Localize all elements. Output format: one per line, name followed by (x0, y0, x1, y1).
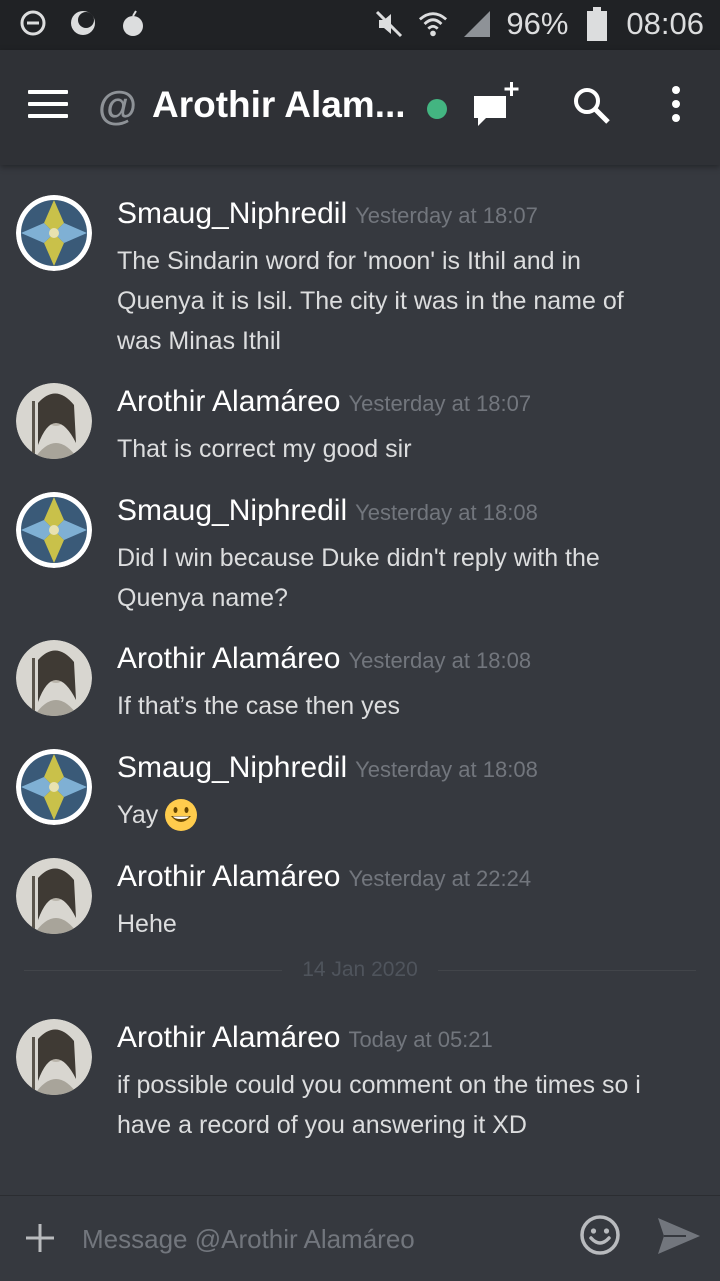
moon-icon (68, 8, 98, 38)
message-content: if possible could you comment on the tim… (117, 1065, 697, 1145)
message-input[interactable] (80, 1214, 554, 1264)
message-line: That is correct my good sir (117, 435, 412, 463)
new-group-dm-icon[interactable] (470, 80, 524, 134)
message-line: have a record of you answering it XD (117, 1111, 527, 1139)
avatar[interactable] (16, 640, 92, 716)
online-status-icon (427, 99, 447, 119)
at-icon: @ (98, 84, 138, 128)
dm-title[interactable]: Arothir Alam... (152, 84, 406, 126)
avatar[interactable] (16, 858, 92, 934)
author-name[interactable]: Arothir Alamáreo (117, 642, 340, 675)
author-name[interactable]: Smaug_Niphredil (117, 751, 347, 784)
message-content: Did I win because Duke didn't reply with… (117, 538, 697, 618)
message-line: Yay (117, 801, 159, 829)
message-line: was Minas Ithil (117, 327, 281, 355)
avatar[interactable] (16, 492, 92, 568)
send-icon[interactable] (656, 1216, 702, 1256)
message-line: Quenya name? (117, 584, 288, 612)
date-divider: 14 Jan 2020 (24, 958, 696, 981)
message-line: if possible could you comment on the tim… (117, 1071, 641, 1099)
avatar[interactable] (16, 1019, 92, 1095)
message-list[interactable]: Smaug_Niphredil Yesterday at 18:07 The Si… (0, 165, 720, 1195)
avatar[interactable] (16, 749, 92, 825)
more-options-icon[interactable] (666, 86, 686, 130)
battery-icon (582, 7, 612, 41)
timestamp: Yesterday at 18:07 (348, 391, 532, 416)
message-line: Quenya it is Isil. The city it was in th… (117, 287, 624, 315)
timestamp: Yesterday at 18:08 (355, 500, 538, 525)
timestamp: Yesterday at 18:07 (355, 203, 538, 228)
mute-icon (374, 9, 404, 39)
avatar[interactable] (16, 195, 92, 271)
author-name[interactable]: Smaug_Niphredil (117, 197, 347, 230)
message-composer (0, 1195, 720, 1281)
timestamp: Yesterday at 18:08 (355, 757, 538, 782)
dnd-icon (18, 8, 48, 38)
battery-percent: 96% (506, 6, 569, 41)
message-content: The Sindarin word for 'moon' is Ithil an… (117, 241, 697, 361)
signal-icon (462, 9, 492, 39)
emoji-icon[interactable] (578, 1213, 622, 1257)
author-name[interactable]: Arothir Alamáreo (117, 1021, 340, 1054)
avatar[interactable] (16, 383, 92, 459)
author-name[interactable]: Smaug_Niphredil (117, 494, 347, 527)
author-name[interactable]: Arothir Alamáreo (117, 385, 340, 418)
message-line: If that’s the case then yes (117, 692, 401, 720)
message-content: Yay (117, 795, 697, 835)
apple-icon (118, 8, 148, 38)
plus-icon[interactable] (24, 1216, 56, 1264)
message-content: That is correct my good sir (117, 429, 697, 469)
channel-header: @ Arothir Alam... (0, 50, 720, 165)
timestamp: Yesterday at 22:24 (348, 866, 532, 891)
timestamp: Today at 05:21 (348, 1027, 493, 1052)
date-divider-label: 14 Jan 2020 (302, 958, 418, 981)
message-line: Hehe (117, 910, 177, 938)
timestamp: Yesterday at 18:08 (348, 648, 532, 673)
clock: 08:06 (626, 6, 704, 41)
author-name[interactable]: Arothir Alamáreo (117, 860, 340, 893)
divider-line (438, 970, 696, 971)
message-content: Hehe (117, 904, 697, 944)
status-bar: 96% 08:06 (0, 0, 720, 50)
divider-line (24, 970, 282, 971)
search-icon[interactable] (570, 84, 614, 128)
grinning-face-emoji (165, 799, 198, 831)
wifi-icon (418, 9, 448, 39)
message-line: The Sindarin word for 'moon' is Ithil an… (117, 247, 581, 275)
message-line: Did I win because Duke didn't reply with… (117, 544, 600, 572)
message-content: If that’s the case then yes (117, 686, 697, 726)
menu-icon[interactable] (28, 90, 68, 120)
